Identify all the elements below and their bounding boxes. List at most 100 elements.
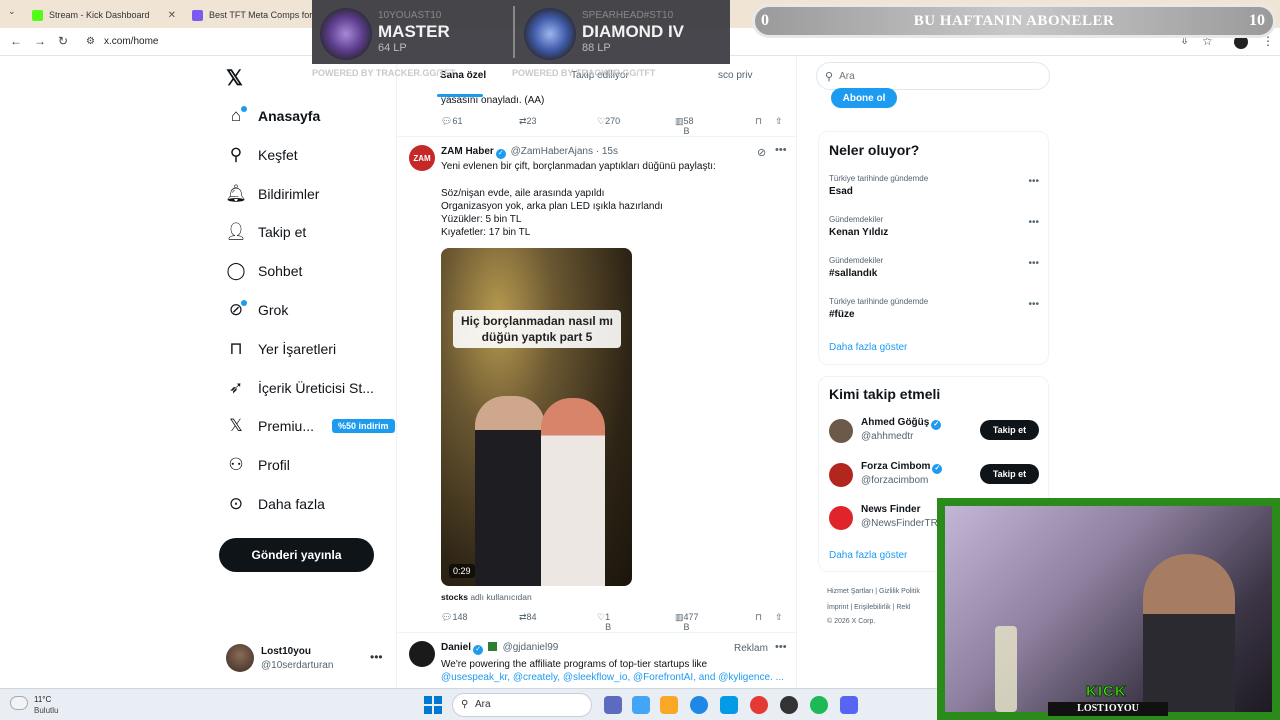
account-switcher[interactable]: Lost10you @10serdarturan ••• bbox=[226, 642, 386, 678]
edge-icon[interactable] bbox=[690, 696, 708, 714]
browser-tab-kick[interactable]: Stream - Kick Dashboard ✕ bbox=[24, 4, 182, 26]
like-button[interactable]: ♡ 270 bbox=[597, 116, 620, 127]
nav-label: Grok bbox=[258, 302, 289, 318]
site-info-icon[interactable]: ⚙ bbox=[86, 36, 95, 47]
footer-links[interactable]: Hizmet Şartları | Gizlilik Politik bbox=[827, 588, 920, 595]
more-dots-icon[interactable]: ••• bbox=[1028, 176, 1039, 187]
task-view-icon[interactable] bbox=[604, 696, 622, 714]
author-name[interactable]: ZAM Haber bbox=[441, 146, 494, 157]
nav-item-follow[interactable]: 👤︎ Takip et bbox=[225, 218, 306, 246]
forward-arrow-icon[interactable]: → bbox=[34, 34, 46, 48]
trend-item[interactable]: Türkiye tarihinde gündemde #füze ••• bbox=[829, 297, 1039, 327]
reload-icon[interactable]: ↻ bbox=[58, 34, 68, 48]
follow-button[interactable]: Takip et bbox=[980, 464, 1039, 484]
nav-item-chat[interactable]: ◯ Sohbet bbox=[226, 257, 302, 285]
reply-button[interactable]: 💬︎ 61 bbox=[441, 116, 462, 127]
more-dots-icon[interactable]: ••• bbox=[775, 144, 787, 156]
back-arrow-icon[interactable]: ← bbox=[10, 34, 22, 48]
webcam-feed bbox=[945, 506, 1272, 712]
tab-list[interactable]: sco priv bbox=[718, 70, 752, 81]
tft-favicon-icon bbox=[192, 9, 203, 21]
more-dots-icon[interactable]: ••• bbox=[370, 650, 383, 664]
share-icon[interactable]: ⇧ bbox=[775, 612, 783, 623]
search-input[interactable]: ⚲ bbox=[816, 62, 1050, 90]
nav-item-grok[interactable]: ⊘ Grok bbox=[226, 296, 288, 324]
author-name[interactable]: Daniel bbox=[441, 642, 471, 653]
file-explorer-icon[interactable] bbox=[660, 696, 678, 714]
more-dots-icon[interactable]: ••• bbox=[1028, 258, 1039, 269]
browser-tab-tft[interactable]: Best TFT Meta Comps for Set bbox=[184, 4, 314, 26]
windows-start-icon[interactable] bbox=[424, 696, 442, 714]
subscriber-banner: 0 BU HAFTANIN ABONELER 10 bbox=[752, 4, 1276, 38]
tab-title: Best TFT Meta Comps for Set bbox=[209, 10, 314, 20]
discord-icon[interactable] bbox=[840, 696, 858, 714]
nav-item-bookmarks[interactable]: ⊓ Yer İşaretleri bbox=[226, 335, 336, 363]
divider bbox=[397, 136, 796, 137]
nav-item-explore[interactable]: ⚲ Keşfet bbox=[226, 141, 298, 169]
app-icon[interactable] bbox=[780, 696, 798, 714]
trend-category: Türkiye tarihinde gündemde bbox=[829, 297, 929, 306]
grok-analyze-icon[interactable]: ⊘ bbox=[757, 146, 766, 159]
copilot-icon[interactable] bbox=[632, 696, 650, 714]
close-icon[interactable]: ✕ bbox=[168, 10, 176, 21]
follow-button[interactable]: Takip et bbox=[980, 420, 1039, 440]
show-more-link[interactable]: Daha fazla göster bbox=[829, 342, 907, 353]
more-dots-icon[interactable]: ••• bbox=[775, 641, 787, 653]
more-dots-icon[interactable]: ••• bbox=[1028, 299, 1039, 310]
nav-label: Profil bbox=[258, 457, 290, 473]
verified-badge-icon: ✓ bbox=[495, 149, 506, 159]
post-button[interactable]: Gönderi yayınla bbox=[219, 538, 374, 572]
footer-links[interactable]: İmprint | Erişilebilirlik | Rekl bbox=[827, 604, 910, 611]
bookmark-icon[interactable]: ⊓ bbox=[755, 116, 762, 127]
store-icon[interactable] bbox=[720, 696, 738, 714]
follow-suggestion[interactable]: Ahmed Göğüş ✓ @ahhmedtr Takip et bbox=[829, 417, 1039, 447]
rank-player: 10YOUAST10 bbox=[378, 10, 442, 21]
nav-item-profile[interactable]: ⚇ Profil bbox=[226, 451, 290, 479]
more-dots-icon[interactable]: ••• bbox=[1028, 217, 1039, 228]
bell-icon: 🔔︎ bbox=[225, 184, 247, 203]
avatar[interactable]: ZAM bbox=[409, 145, 435, 171]
video-duration: 0:29 bbox=[449, 564, 475, 578]
weather-widget[interactable]: 11°C Bulutlu bbox=[10, 693, 80, 717]
trend-item[interactable]: Türkiye tarihinde gündemde Esad ••• bbox=[829, 174, 1039, 204]
repost-button[interactable]: ⇄ 84 bbox=[519, 612, 537, 623]
tweet-text: Söz/nişan evde, aile arasında yapıldı bbox=[441, 188, 605, 199]
views-button[interactable]: ▥ 477 B bbox=[675, 612, 699, 632]
subscribe-button[interactable]: Abone ol bbox=[831, 88, 897, 108]
nav-item-creator-studio[interactable]: ➶ İçerik Üreticisi St... bbox=[226, 374, 374, 402]
spotify-icon[interactable] bbox=[810, 696, 828, 714]
show-more-link[interactable]: Daha fazla göster bbox=[829, 550, 907, 561]
views-button[interactable]: ▥ 58 B bbox=[675, 116, 694, 136]
grok-icon: ⊘ bbox=[226, 300, 247, 320]
trend-item[interactable]: Gündemdekiler Kenan Yıldız ••• bbox=[829, 215, 1039, 245]
x-logo[interactable]: 𝕏 bbox=[226, 66, 243, 91]
bookmark-icon[interactable]: ⊓ bbox=[755, 612, 762, 623]
search-icon: ⚲ bbox=[229, 145, 243, 164]
search-field[interactable] bbox=[839, 70, 1020, 82]
video-attribution[interactable]: stocks adlı kullanıcıdan bbox=[441, 591, 532, 605]
like-button[interactable]: ♡ 1 B bbox=[597, 612, 611, 632]
taskbar-search[interactable]: ⚲ Ara bbox=[452, 693, 592, 717]
author-handle[interactable]: @gjdaniel99 bbox=[503, 642, 559, 653]
repost-button[interactable]: ⇄ 23 bbox=[519, 116, 537, 127]
rank-lp: 88 LP bbox=[582, 42, 611, 54]
follow-suggestion[interactable]: Forza Cimbom ✓ @forzacimbom Takip et bbox=[829, 461, 1039, 491]
share-icon[interactable]: ⇧ bbox=[775, 116, 783, 127]
tweet-mentions[interactable]: @usespeak_kr, @creately, @sleekflow_io, … bbox=[441, 671, 784, 685]
avatar[interactable] bbox=[409, 641, 435, 667]
tweet-video[interactable]: Hiç borçlanmadan nasıl mı düğün yaptık p… bbox=[441, 248, 632, 586]
temperature: 11°C bbox=[34, 695, 52, 704]
trend-item[interactable]: Gündemdekiler #sallandık ••• bbox=[829, 256, 1039, 286]
tab-list-chevron-icon[interactable]: ⌄ bbox=[8, 6, 16, 17]
chrome-icon[interactable] bbox=[750, 696, 768, 714]
nav-label: Daha fazla bbox=[258, 496, 325, 512]
reply-button[interactable]: 💬︎ 148 bbox=[441, 612, 467, 623]
nav-item-more[interactable]: ⊙ Daha fazla bbox=[226, 490, 325, 518]
taskbar-search-label: Ara bbox=[475, 699, 491, 710]
nav-item-notifications[interactable]: 🔔︎ Bildirimler bbox=[225, 180, 319, 208]
url-text[interactable]: x.com/home bbox=[104, 36, 158, 47]
author-handle[interactable]: @ZamHaberAjans · 15s bbox=[511, 146, 618, 157]
tweet-text: Yüzükler: 5 bin TL bbox=[441, 214, 522, 225]
nav-item-premium[interactable]: 𝕏 Premiu... %50 indirim bbox=[226, 412, 395, 440]
nav-item-home[interactable]: ⌂ Anasayfa bbox=[226, 102, 320, 130]
